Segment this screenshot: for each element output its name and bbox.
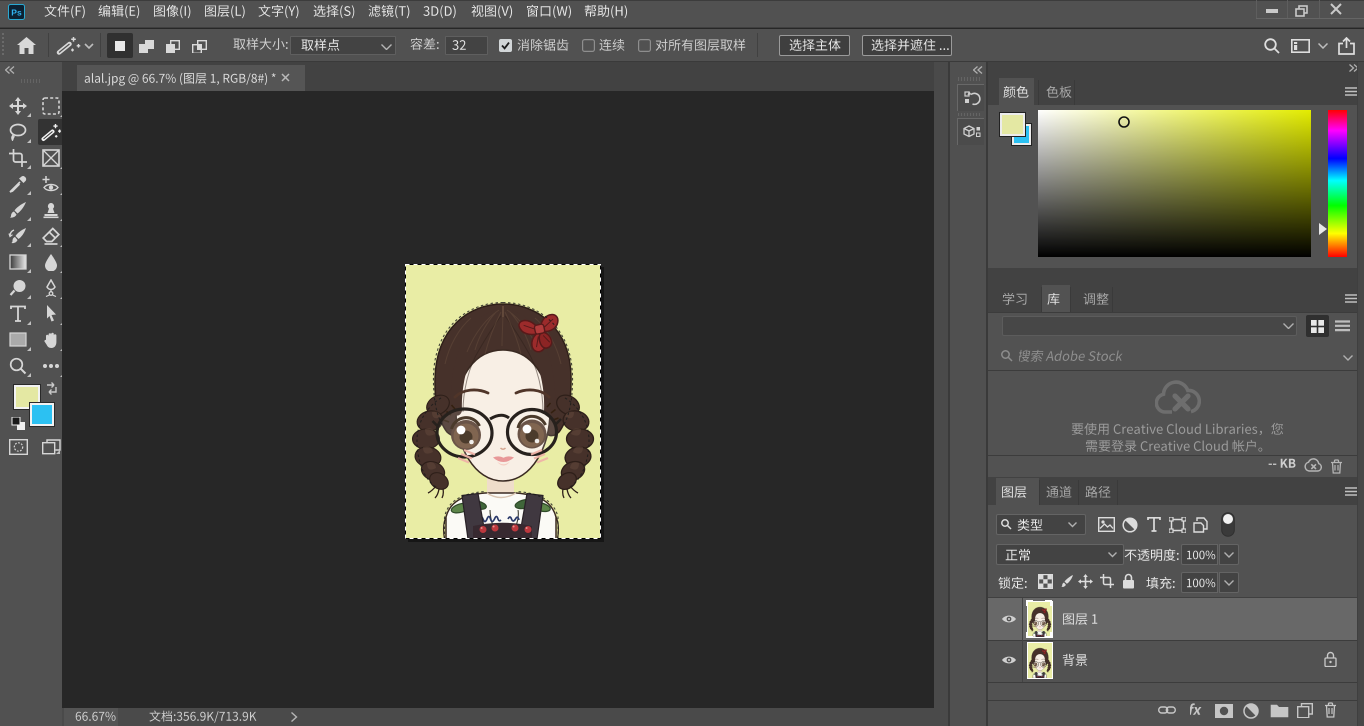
svg-text:Ps: Ps xyxy=(11,8,22,18)
